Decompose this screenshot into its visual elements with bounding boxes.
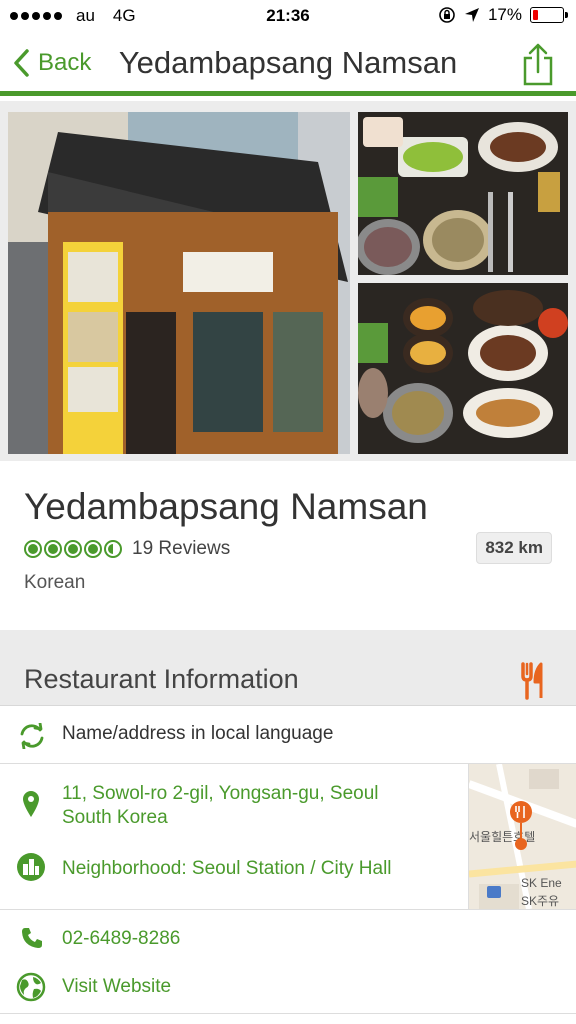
rating-bubble	[104, 540, 122, 558]
map-restaurant-pin-icon	[510, 801, 532, 850]
address-block: 11, Sowol-ro 2-gil, Yongsan-gu, Seoul So…	[0, 764, 576, 910]
rating-bubble	[24, 540, 42, 558]
globe-icon	[16, 972, 46, 1002]
rating-row[interactable]: 19 Reviews	[24, 538, 230, 560]
status-bar: au 4G 21:36 17%	[0, 0, 576, 32]
page-title: Yedambapsang Namsan	[118, 45, 458, 80]
map-thumbnail[interactable]: 서울힐튼호텔 SK Ene SK주유	[468, 764, 576, 909]
orientation-lock-icon	[439, 7, 455, 23]
food-photo-1[interactable]	[358, 112, 568, 275]
rating-bubbles	[24, 540, 122, 558]
battery-percent: 17%	[487, 5, 522, 24]
fork-knife-icon	[521, 662, 543, 700]
restaurant-info-header: Restaurant Information	[0, 660, 576, 706]
battery-fill	[533, 10, 538, 20]
location-arrow-icon	[464, 8, 479, 22]
review-count[interactable]: 19 Reviews	[132, 538, 230, 560]
visit-website-link[interactable]: Visit Website	[62, 976, 171, 998]
location-pin-icon	[23, 791, 39, 817]
city-buildings-icon	[17, 853, 45, 881]
phone-number[interactable]: 02-6489-8286	[62, 928, 180, 950]
map-label-sk-energy: SK Ene	[521, 876, 562, 890]
address-line-1: 11, Sowol-ro 2-gil, Yongsan-gu, Seoul	[62, 783, 379, 804]
restaurant-storefront-photo[interactable]	[8, 112, 350, 454]
local-language-label: Name/address in local language	[62, 723, 334, 744]
phone-row[interactable]: 02-6489-8286	[0, 912, 576, 964]
section-spacer	[0, 630, 576, 660]
refresh-icon	[20, 723, 44, 749]
restaurant-name: Yedambapsang Namsan	[24, 486, 428, 527]
local-language-row[interactable]: Name/address in local language	[0, 707, 576, 764]
address-line-2: South Korea	[62, 807, 168, 828]
food-photo-2[interactable]	[358, 283, 568, 454]
neighborhood-link[interactable]: Neighborhood: Seoul Station / City Hall	[62, 858, 392, 880]
address-link[interactable]: 11, Sowol-ro 2-gil, Yongsan-gu, Seoul So…	[62, 782, 462, 830]
share-icon	[523, 43, 553, 86]
share-button[interactable]	[522, 42, 554, 91]
website-row[interactable]: Visit Website	[0, 962, 576, 1014]
navigation-bar: Back Yedambapsang Namsan	[0, 32, 576, 96]
status-right: 17%	[438, 5, 568, 25]
distance-badge: 832 km	[476, 532, 552, 564]
map-label-sk-station: SK주유	[521, 894, 560, 908]
rating-bubble	[44, 540, 62, 558]
cuisine-label: Korean	[24, 572, 86, 593]
rating-bubble	[64, 540, 82, 558]
photo-gallery	[0, 101, 576, 461]
phone-icon	[22, 928, 42, 948]
section-title: Restaurant Information	[24, 664, 299, 694]
battery-icon	[530, 7, 568, 23]
rating-bubble	[84, 540, 102, 558]
